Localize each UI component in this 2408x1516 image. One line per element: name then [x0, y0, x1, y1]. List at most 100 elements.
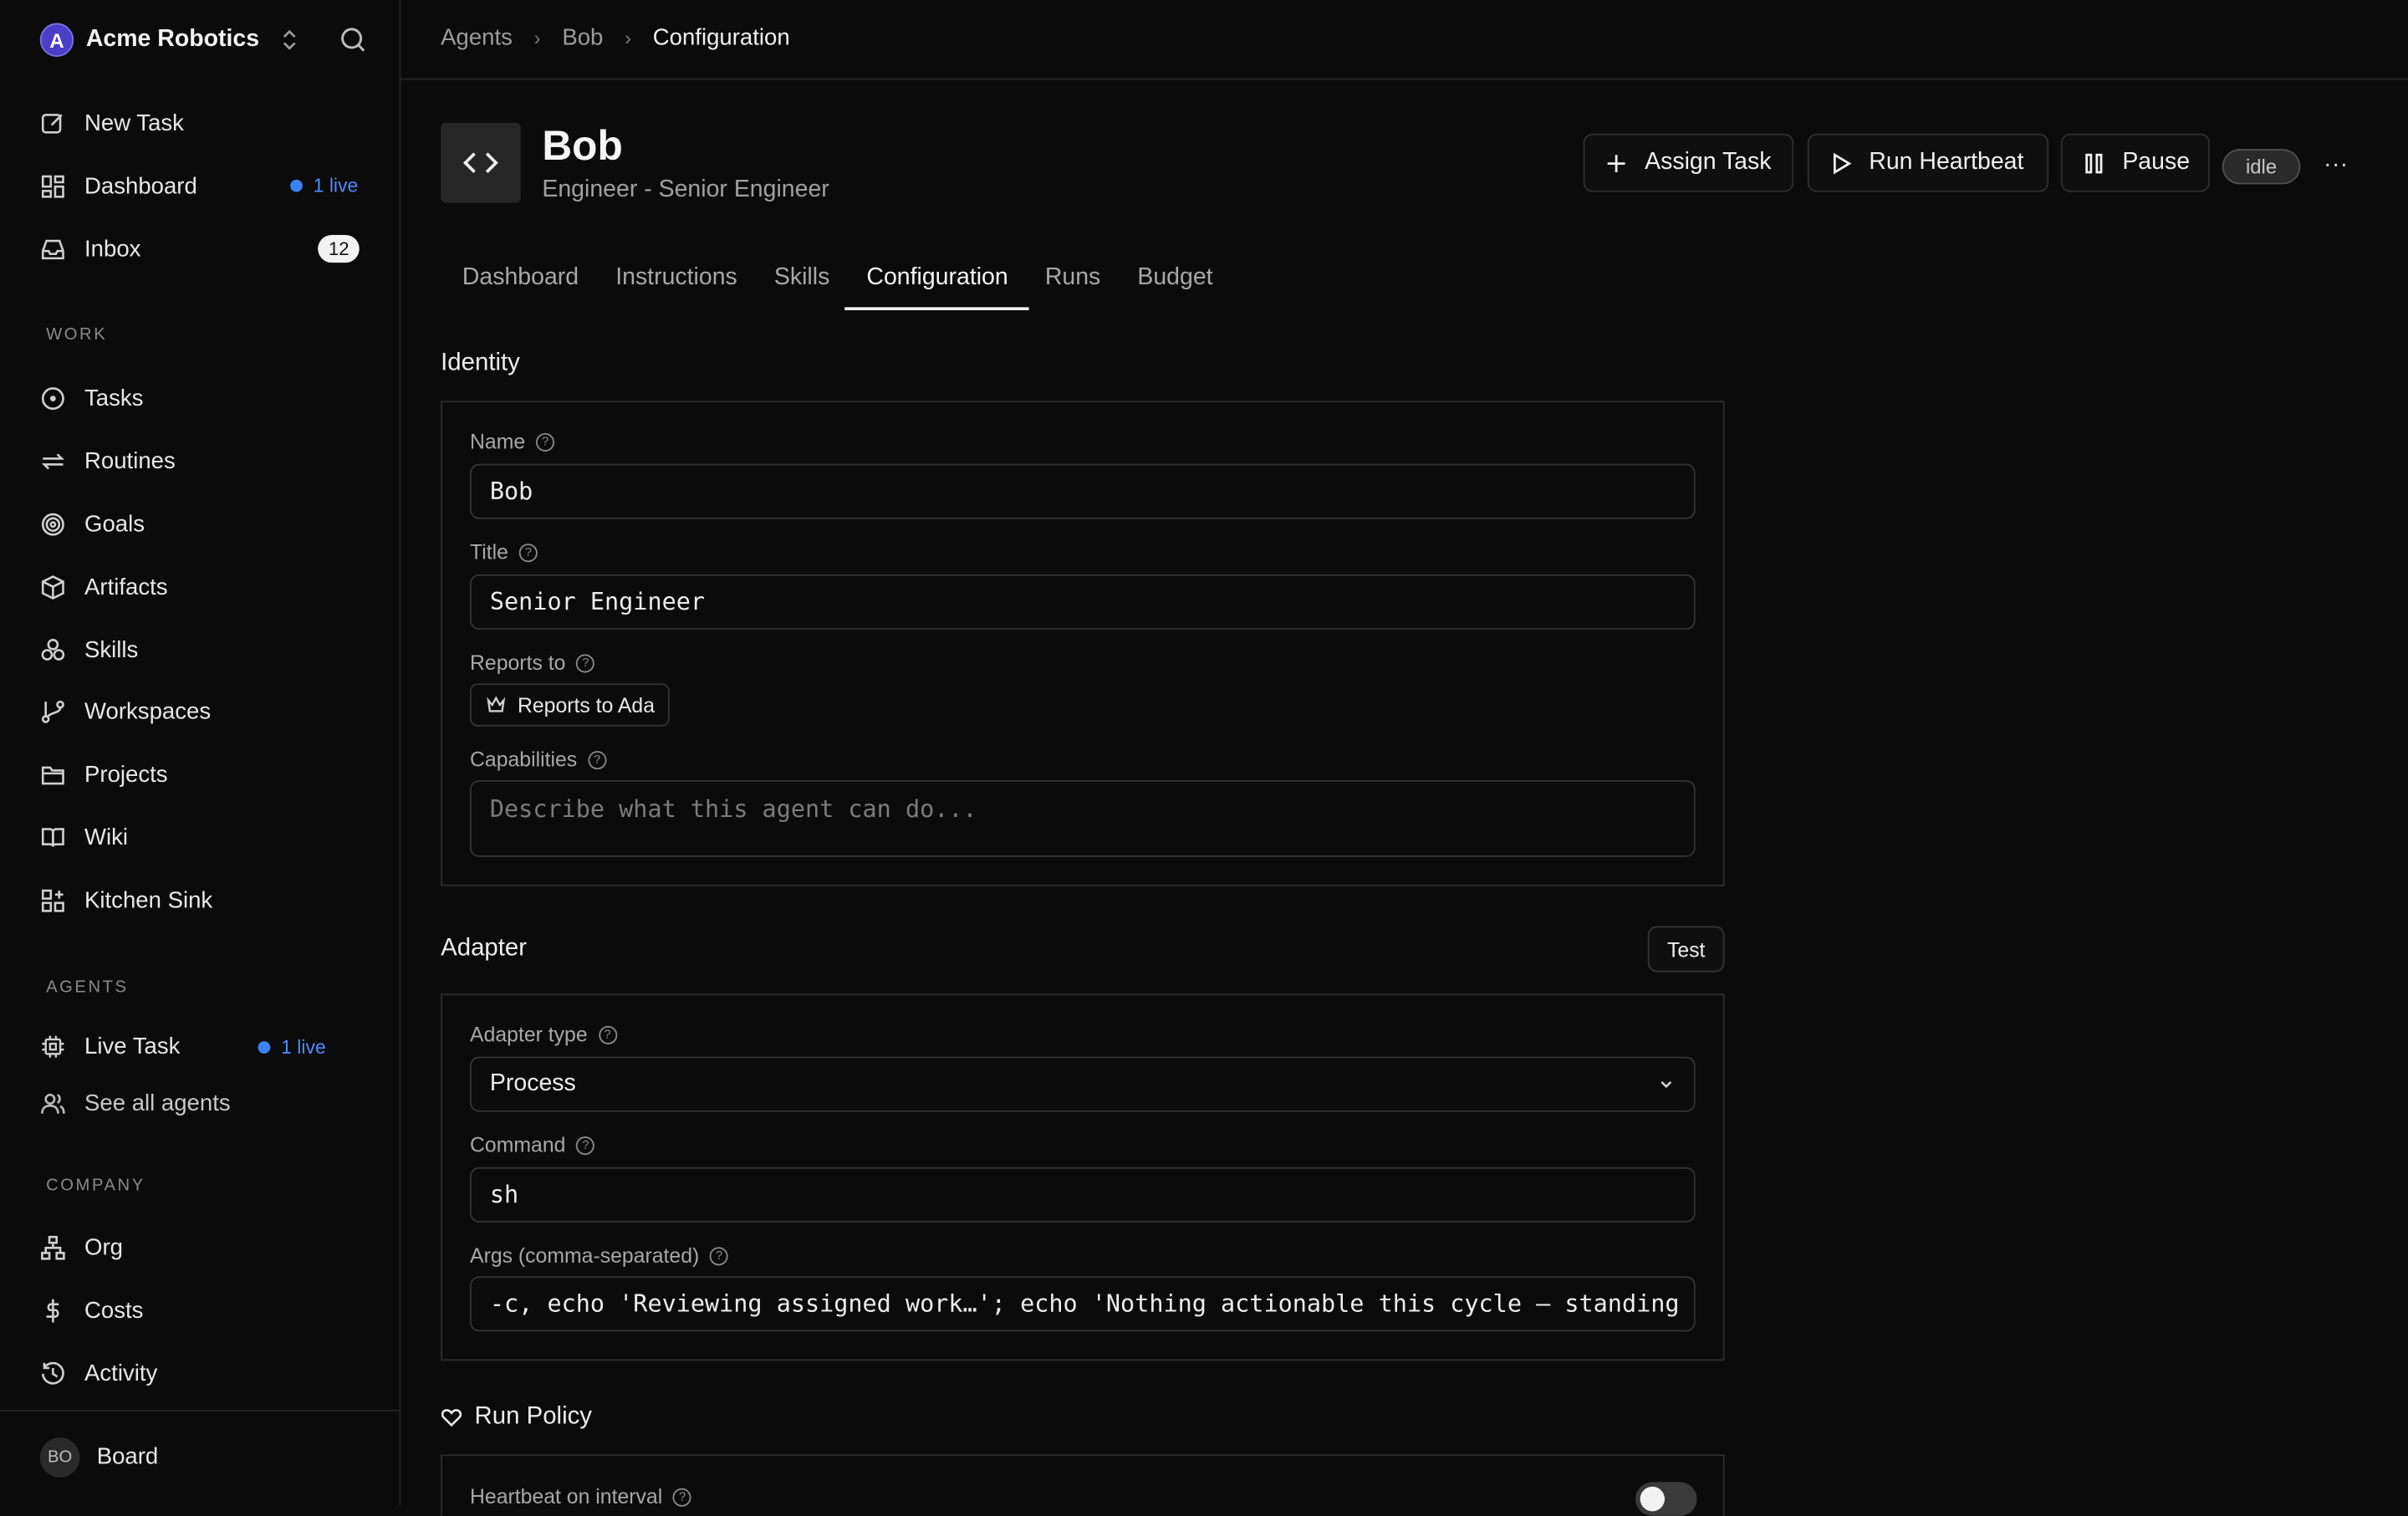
nav-costs[interactable]: Costs: [40, 1292, 144, 1329]
nav-label: See all agents: [84, 1090, 231, 1116]
nav-label: Dashboard: [84, 172, 197, 199]
boxes-icon: [41, 638, 65, 660]
assign-task-button[interactable]: Assign Task: [1583, 133, 1794, 192]
chevron-down-icon: [1661, 1081, 1672, 1089]
nav-projects[interactable]: Projects: [40, 756, 168, 793]
command-field[interactable]: sh: [470, 1166, 1696, 1223]
help-icon[interactable]: ?: [576, 653, 595, 672]
test-button[interactable]: Test: [1647, 926, 1725, 972]
name-field[interactable]: Bob: [470, 463, 1696, 519]
history-icon: [41, 1360, 64, 1384]
inbox-icon: [41, 238, 64, 259]
reports-to-select[interactable]: Reports to Ada: [470, 683, 671, 727]
nav-label: Org: [84, 1233, 123, 1261]
status-badge: idle: [2222, 149, 2301, 185]
chevron-up-down-icon: [283, 29, 296, 50]
nav-org[interactable]: Org: [40, 1228, 123, 1265]
nav-label: Skills: [84, 636, 139, 663]
nav-goals[interactable]: Goals: [40, 505, 145, 542]
nav-see-all-agents[interactable]: See all agents: [40, 1085, 231, 1121]
help-icon[interactable]: ?: [673, 1487, 692, 1506]
help-icon[interactable]: ?: [710, 1246, 729, 1265]
help-icon[interactable]: ?: [588, 750, 607, 769]
args-label: Args (comma-separated) ?: [470, 1243, 729, 1268]
nav-label: Live Task: [84, 1033, 181, 1059]
help-icon[interactable]: ?: [536, 432, 555, 452]
more-options-icon[interactable]: ···: [2319, 149, 2352, 182]
nav-wiki[interactable]: Wiki: [40, 819, 128, 855]
help-icon[interactable]: ?: [518, 543, 538, 562]
tab-dashboard[interactable]: Dashboard: [444, 249, 597, 310]
button-label: Pause: [2122, 149, 2191, 176]
users-icon: [41, 1093, 65, 1113]
title-label: Title ?: [470, 541, 538, 564]
crown-icon: [487, 696, 506, 712]
adapter-type-select[interactable]: Process: [470, 1056, 1696, 1112]
chevron-right-icon: ›: [625, 26, 632, 49]
play-icon: [1833, 151, 1852, 174]
section-label-agents: AGENTS: [46, 977, 129, 998]
edit-icon: [41, 113, 63, 133]
section-label-work: WORK: [46, 325, 108, 345]
tab-skills[interactable]: Skills: [756, 249, 849, 310]
help-icon[interactable]: ?: [598, 1024, 617, 1044]
field-label-text: Reports to: [470, 651, 566, 675]
live-task-indicator: 1 live: [258, 1037, 326, 1058]
grid-plus-icon: [41, 888, 64, 911]
nav-tasks[interactable]: Tasks: [40, 380, 144, 416]
tab-instructions[interactable]: Instructions: [597, 249, 756, 310]
nav-routines[interactable]: Routines: [40, 442, 176, 479]
button-label: Assign Task: [1645, 149, 1772, 176]
capabilities-textarea[interactable]: Describe what this agent can do...: [470, 780, 1696, 857]
nav-label: Goals: [84, 510, 145, 537]
help-icon[interactable]: ?: [576, 1136, 595, 1155]
plus-icon: [1607, 154, 1625, 172]
avatar[interactable]: BO: [39, 1437, 80, 1478]
nav-new-task[interactable]: New Task: [40, 105, 184, 141]
repeat-icon: [41, 452, 64, 469]
run-policy-section-title: Run Policy: [441, 1404, 592, 1432]
nav-label: Costs: [84, 1297, 144, 1324]
book-open-icon: [41, 827, 64, 846]
package-icon: [41, 574, 64, 600]
nav-workspaces[interactable]: Workspaces: [40, 692, 211, 729]
cpu-icon: [42, 1034, 64, 1057]
nav-kitchen-sink[interactable]: Kitchen Sink: [40, 881, 212, 918]
search-icon[interactable]: [336, 23, 370, 57]
heartbeat-interval-toggle[interactable]: [1635, 1482, 1697, 1516]
nav-label: Projects: [84, 761, 168, 788]
title-field[interactable]: Senior Engineer: [470, 574, 1696, 630]
nav-label: New Task: [84, 110, 184, 136]
field-label-text: Args (comma-separated): [470, 1243, 700, 1268]
agent-name: Bob: [542, 122, 623, 170]
tab-configuration[interactable]: Configuration: [844, 249, 1030, 311]
reports-to-value: Reports to Ada: [517, 693, 656, 717]
live-dot-icon: [258, 1041, 271, 1054]
nav-live-task[interactable]: Live Task: [40, 1028, 181, 1064]
nav-skills[interactable]: Skills: [40, 631, 139, 668]
field-label-text: Capabilities: [470, 748, 578, 772]
nav-label: Wiki: [84, 824, 129, 850]
nav-inbox[interactable]: Inbox: [40, 231, 141, 268]
nav-label: Kitchen Sink: [84, 886, 213, 913]
nav-dashboard[interactable]: Dashboard: [40, 167, 197, 204]
target-icon: [41, 512, 64, 535]
nav-label: Tasks: [84, 385, 144, 411]
folder-icon: [41, 765, 64, 784]
tab-budget[interactable]: Budget: [1119, 249, 1231, 310]
pause-button[interactable]: Pause: [2060, 133, 2211, 192]
nav-artifacts[interactable]: Artifacts: [40, 569, 168, 605]
heart-icon: [441, 1409, 462, 1427]
args-field[interactable]: -c, echo 'Reviewing assigned work…'; ech…: [470, 1276, 1696, 1332]
tab-runs[interactable]: Runs: [1027, 249, 1120, 310]
breadcrumb-agent[interactable]: Bob: [562, 24, 603, 50]
run-heartbeat-button[interactable]: Run Heartbeat: [1807, 133, 2049, 192]
nav-label: Routines: [84, 447, 176, 474]
user-name[interactable]: Board: [97, 1443, 159, 1469]
agent-subtitle: Engineer - Senior Engineer: [542, 176, 829, 203]
code-icon: [462, 152, 498, 174]
workspace-switcher[interactable]: A Acme Robotics: [39, 22, 298, 59]
breadcrumb-agents[interactable]: Agents: [441, 24, 513, 50]
chevron-right-icon: ›: [533, 26, 541, 49]
nav-activity[interactable]: Activity: [40, 1355, 158, 1391]
